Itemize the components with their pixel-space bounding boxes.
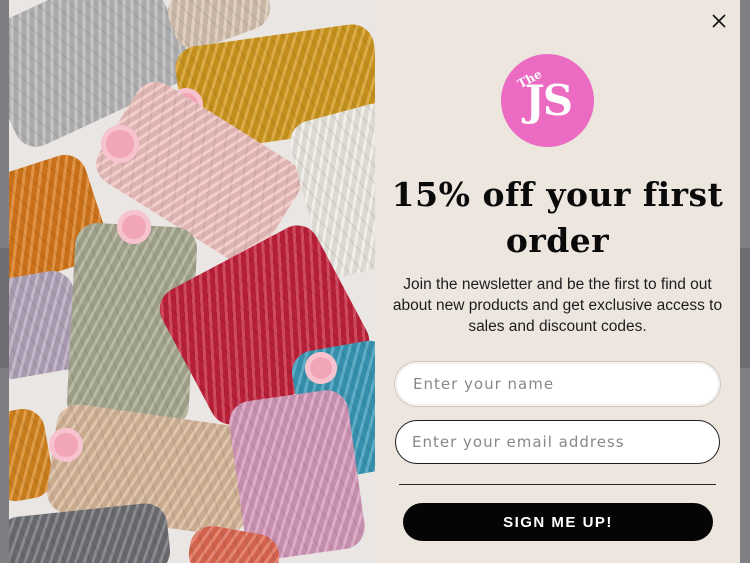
- cord-spools-image: [9, 0, 375, 563]
- close-icon: [712, 14, 726, 28]
- brand-logo: The JS: [501, 54, 594, 147]
- email-input[interactable]: [395, 420, 720, 464]
- popup-content-panel: The JS 15% off your first order Join the…: [375, 0, 740, 563]
- logo-big-text: JS: [524, 76, 573, 125]
- popup-description: Join the newsletter and be the first to …: [392, 276, 723, 335]
- popup-headline: 15% off your first order: [391, 175, 724, 260]
- name-input[interactable]: [395, 362, 720, 406]
- newsletter-popup: The JS 15% off your first order Join the…: [9, 0, 740, 563]
- sign-up-button[interactable]: SIGN ME UP!: [403, 503, 713, 541]
- close-button[interactable]: [708, 10, 730, 32]
- form-divider: [399, 484, 716, 485]
